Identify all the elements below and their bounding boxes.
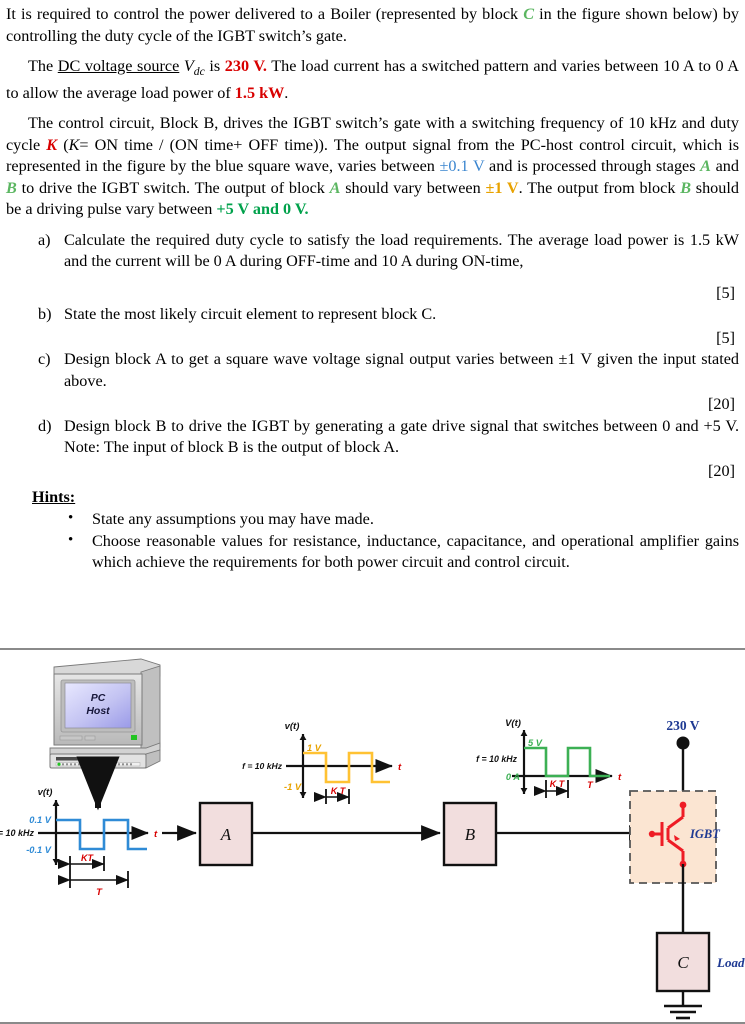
text-run-duty-k: K — [46, 135, 58, 154]
text-run: and — [710, 157, 739, 176]
question-label-b: b) — [38, 305, 52, 324]
blue-low-label: -0.1 V — [26, 845, 52, 855]
hint-text-1: State any assumptions you may have made. — [92, 510, 374, 529]
hints-heading: Hints: — [32, 488, 76, 507]
blue-t-label: T — [96, 887, 103, 898]
question-text-b: State the most likely circuit element to… — [64, 305, 437, 324]
block-b-label: B — [465, 825, 476, 844]
paragraph-intro: It is required to control the power deli… — [6, 4, 739, 47]
question-item-b: b) State the most likely circuit element… — [6, 304, 739, 326]
block-b: B — [442, 801, 498, 867]
text-run: ( — [57, 135, 69, 154]
waveform-orange-group: v(t) t 1 V -1 V f = 10 kHz K T — [242, 721, 402, 804]
question-text-a: Calculate the required duty cycle to sat… — [64, 230, 739, 271]
green-kt-label: K T — [550, 779, 566, 789]
text-run-pm01v: ±0.1 V — [439, 157, 485, 176]
green-square-wave — [524, 746, 610, 778]
question-marks-b: [5] — [716, 328, 735, 347]
text-run: It is required to control the power deli… — [6, 5, 524, 23]
supply-voltage-label: 230 V — [666, 718, 699, 733]
orange-high-label: 1 V — [307, 743, 322, 753]
text-run: is — [204, 57, 225, 75]
orange-low-label: -1 V — [284, 782, 302, 792]
question-label-d: d) — [38, 416, 52, 435]
text-run: and is processed through stages — [484, 157, 701, 176]
question-marks-d: [20] — [708, 461, 735, 480]
text-run: should vary between — [340, 178, 486, 197]
blue-kt-label: KT — [81, 853, 94, 863]
text-run-dc-source: DC voltage source — [57, 57, 180, 75]
bullet-icon: • — [68, 531, 74, 548]
pc-host-screen-line2: Host — [86, 705, 110, 717]
text-run: The — [28, 57, 58, 75]
block-c-label: C — [677, 953, 689, 972]
igbt-label: IGBT — [689, 827, 721, 841]
bullet-icon: • — [68, 510, 74, 527]
orange-axis-y-label: v(t) — [285, 721, 300, 732]
blue-axis-x-label: t — [154, 829, 158, 840]
orange-kt-label: K T — [331, 786, 347, 796]
text-run-block-a2: A — [329, 178, 341, 197]
circuit-figure: PC Host v(t) t 0.1 V -0.1 V f = 10 kHz K… — [0, 648, 745, 1024]
green-freq-label: f = 10 kHz — [476, 754, 517, 764]
text-run-pm1v: ±1 V — [485, 178, 519, 197]
question-item-a: a) Calculate the required duty cycle to … — [6, 230, 739, 273]
block-a: A — [198, 801, 254, 867]
paragraph-source: The DC voltage source Vdc is 230 V. The … — [6, 56, 739, 104]
green-high-label: 5 V — [528, 738, 543, 748]
text-run-block-c: C — [523, 5, 534, 23]
text-run-230v: 230 V. — [224, 57, 267, 75]
text-run: to drive the IGBT switch. The output of … — [16, 178, 330, 197]
text-run-vdc-subscript: dc — [193, 65, 205, 79]
green-low-label: 0 A — [506, 772, 520, 782]
pc-host-icon: PC Host — [49, 658, 161, 769]
question-label-a: a) — [38, 230, 51, 249]
paragraph-control: The control circuit, Block B, drives the… — [6, 113, 739, 221]
text-run-k: K — [68, 135, 80, 154]
blue-high-label: 0.1 V — [29, 815, 52, 825]
text-run-block-b2: B — [680, 178, 692, 197]
block-c: C Load — [655, 931, 745, 993]
hint-item-1: • State any assumptions you may have mad… — [6, 509, 739, 531]
text-run-block-a: A — [700, 157, 711, 176]
power-stage: 230 V IGBT C Load — [629, 718, 745, 1020]
green-axis-x-label: t — [618, 772, 622, 783]
green-t-label: T — [587, 780, 594, 790]
question-document: It is required to control the power deli… — [0, 0, 745, 574]
question-text-c: Design block A to get a square wave volt… — [64, 350, 739, 390]
question-marks-a: [5] — [716, 283, 735, 302]
green-axis-y-label: V(t) — [505, 718, 521, 729]
waveform-blue-group: v(t) t 0.1 V -0.1 V f = 10 kHz KT T — [0, 787, 158, 898]
text-run-5v0v: +5 V and 0 V. — [216, 200, 309, 219]
blue-axis-y-label: v(t) — [38, 787, 53, 798]
blue-freq-label: f = 10 kHz — [0, 828, 34, 838]
text-run-15kw: 1.5 kW — [234, 83, 285, 102]
question-item-c: c) Design block A to get a square wave v… — [6, 349, 739, 392]
question-label-c: c) — [38, 350, 51, 369]
orange-axis-x-label: t — [398, 762, 402, 773]
question-list: a) Calculate the required duty cycle to … — [6, 230, 739, 483]
question-item-d: d) Design block B to drive the IGBT by g… — [6, 416, 739, 459]
text-run-block-b: B — [6, 178, 17, 197]
text-run: . — [284, 83, 289, 102]
text-run-vdc: V — [179, 57, 194, 75]
blue-square-wave — [56, 818, 147, 851]
hint-text-2: Choose reasonable values for resistance,… — [92, 531, 739, 572]
pc-host-screen-line1: PC — [91, 692, 106, 704]
ground-symbol — [664, 1004, 702, 1020]
waveform-green-group: V(t) t 5 V 0 A f = 10 kHz K T T — [476, 718, 622, 798]
hint-item-2: • Choose reasonable values for resistanc… — [6, 531, 739, 574]
block-a-label: A — [220, 825, 232, 844]
question-text-d: Design block B to drive the IGBT by gene… — [64, 416, 739, 457]
orange-freq-label: f = 10 kHz — [242, 761, 283, 771]
text-run: . The output from block — [518, 178, 681, 197]
load-label: Load — [716, 955, 745, 970]
question-marks-c: [20] — [708, 395, 735, 414]
orange-square-wave — [303, 751, 390, 784]
supply-terminal-node — [676, 736, 690, 750]
